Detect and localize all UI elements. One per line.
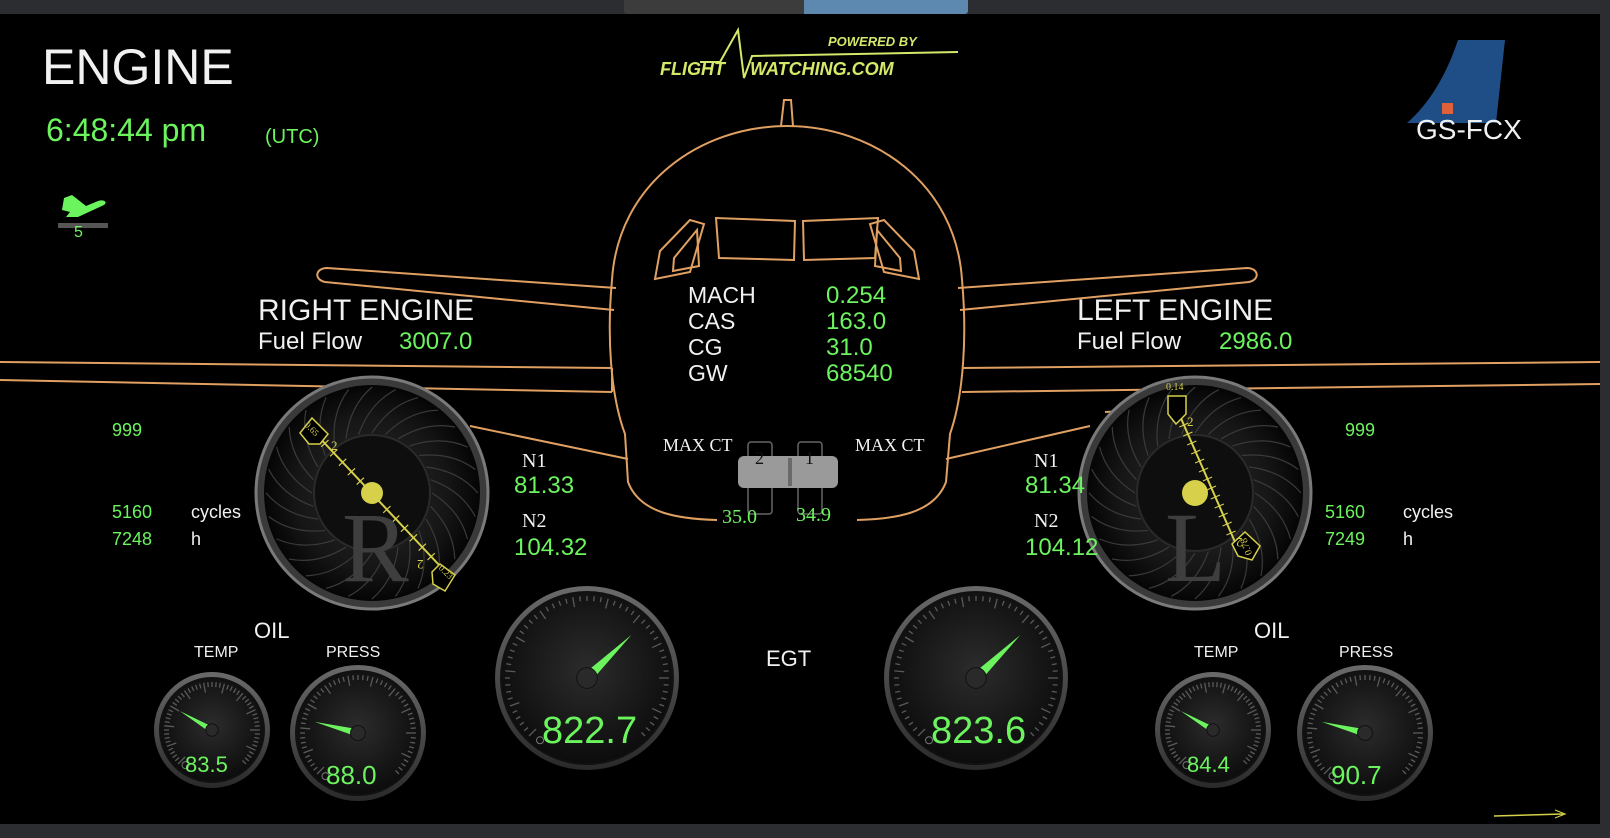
left-n2-value: 104.12 (1025, 534, 1099, 561)
max-ct-left: MAX CT (663, 435, 733, 455)
cas-label: CAS (688, 308, 736, 334)
left-n1-value: 81.34 (1025, 472, 1086, 499)
left-needle-mark-b: 2 (1236, 535, 1243, 550)
left-cycles-value: 5160 (1325, 502, 1366, 522)
engine-switch-1[interactable]: 1 (805, 448, 814, 469)
logo-text-left: FLIGHT (660, 59, 725, 79)
right-fuel-flow-value: 3007.0 (399, 328, 473, 355)
right-oil-label: OIL (254, 618, 290, 643)
cas-value: 163.0 (826, 308, 887, 335)
right-engine-letter: R (342, 492, 409, 603)
right-hours-label: h (191, 529, 202, 549)
left-engine-letter: L (1165, 492, 1227, 603)
right-n1-label: N1 (522, 450, 547, 472)
right-engine-title: RIGHT ENGINE (258, 294, 475, 327)
right-temp-label: TEMP (194, 644, 239, 661)
gw-value: 68540 (826, 360, 893, 387)
right-n2-value: 104.32 (514, 534, 588, 561)
takeoff-icon (58, 195, 108, 228)
left-needle-tag-a: 0.14 (1166, 382, 1184, 393)
left-hours-label: h (1403, 529, 1414, 549)
cg-label: CG (688, 334, 723, 360)
right-fuel-flow-label: Fuel Flow (258, 328, 363, 355)
right-n2-label: N2 (522, 510, 547, 532)
left-press-label: PRESS (1339, 644, 1394, 661)
left-needle-mark-a: 2 (1187, 414, 1194, 429)
left-hours-value: 7249 (1325, 529, 1366, 549)
left-fuel-flow-label: Fuel Flow (1077, 328, 1182, 355)
temp-1-value: 34.9 (796, 504, 831, 526)
active-tab[interactable] (804, 0, 968, 14)
engine-display: ENGINE 6:48:44 pm (UTC) 5 GS-FCX POWERED… (0, 14, 1600, 824)
utc-time: 6:48:44 pm (46, 112, 207, 148)
cg-value: 31.0 (826, 334, 873, 361)
aircraft-registration: GS-FCX (1416, 114, 1522, 145)
mach-label: MACH (688, 282, 756, 308)
left-egt-value: 823.6 (931, 710, 1027, 752)
aircraft-graphic (0, 40, 1600, 819)
right-oil-press-value: 88.0 (326, 760, 377, 790)
temp-2-value: 35.0 (722, 506, 757, 528)
right-press-label: PRESS (326, 644, 381, 661)
right-needle-mark-b: 2 (417, 557, 424, 572)
right-hours-value: 7248 (112, 529, 153, 549)
right-needle-mark-a: 2 (331, 438, 338, 453)
max-ct-right: MAX CT (855, 435, 925, 455)
right-cycles-label: cycles (191, 502, 242, 522)
left-n1-label: N1 (1034, 450, 1059, 472)
right-top-value: 999 (112, 420, 143, 440)
timezone-label: (UTC) (265, 126, 320, 148)
left-oil-press-value: 90.7 (1331, 760, 1382, 790)
powered-by-label: POWERED BY (828, 34, 917, 49)
left-fuel-flow-value: 2986.0 (1219, 328, 1293, 355)
left-n2-label: N2 (1034, 510, 1059, 532)
left-oil-temp-value: 84.4 (1187, 752, 1230, 777)
left-temp-label: TEMP (1194, 644, 1239, 661)
left-top-value: 999 (1345, 420, 1376, 440)
right-oil-temp-value: 83.5 (185, 752, 228, 777)
page-title: ENGINE (42, 39, 234, 95)
left-oil-label: OIL (1254, 618, 1290, 643)
right-cycles-value: 5160 (112, 502, 153, 522)
right-n1-value: 81.33 (514, 472, 575, 499)
footer-mini-logo (1493, 809, 1567, 819)
left-cycles-label: cycles (1403, 502, 1454, 522)
gw-label: GW (688, 360, 728, 386)
flight-phase-value: 5 (74, 224, 83, 241)
mach-value: 0.254 (826, 282, 887, 309)
left-engine-title: LEFT ENGINE (1077, 294, 1274, 327)
egt-label: EGT (766, 646, 812, 671)
right-egt-value: 822.7 (542, 710, 638, 752)
tail-logo-graphic (1407, 40, 1505, 123)
logo-text-right: WATCHING.COM (750, 59, 894, 79)
browser-tab-strip[interactable] (624, 0, 968, 14)
engine-switch-2[interactable]: 2 (755, 448, 764, 469)
